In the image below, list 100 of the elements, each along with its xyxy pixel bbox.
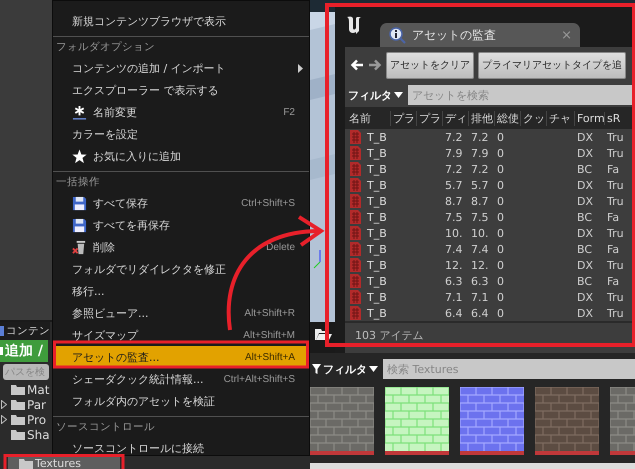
asset-search-field[interactable]: アセットを検索 — [408, 85, 635, 105]
menu-item[interactable]: すべて保存 Ctrl+Shift+S — [53, 192, 309, 214]
table-cell-text: 7.5 — [470, 210, 490, 224]
column-header[interactable]: クッ — [521, 110, 547, 126]
funnel-icon — [312, 364, 321, 374]
column-header[interactable]: 総使 — [495, 110, 521, 126]
shortcut-label: Ctrl+Shift+S — [241, 198, 295, 208]
item-count: 103 アイテム — [354, 328, 424, 344]
tab-title: アセットの監査 — [412, 26, 497, 44]
column-header[interactable]: プラ — [417, 110, 443, 126]
menu-item[interactable]: すべてを再保存 — [53, 214, 309, 236]
folder-icon — [11, 384, 25, 395]
table-cell: T_B — [367, 274, 387, 288]
open-folder-icon[interactable] — [314, 327, 332, 341]
table-cell-text: 10. — [444, 226, 464, 240]
expand-arrow-icon[interactable] — [1, 400, 7, 409]
folder-item[interactable]: Pro — [0, 412, 50, 427]
table-cell-text: DX — [576, 146, 594, 160]
table-cell-text: Tru — [606, 194, 625, 208]
table-cell-text: 0 — [496, 306, 505, 320]
folder-item[interactable]: Mat — [0, 382, 50, 397]
scrollbar[interactable] — [310, 463, 635, 469]
folder-icon — [11, 414, 25, 425]
menu-item[interactable]: 削除 Delete — [53, 236, 309, 258]
table-cell-text: Tru — [606, 146, 625, 160]
menu-item[interactable]: エクスプローラー で表示する — [53, 79, 309, 101]
texture-search-field[interactable]: 検索 Textures — [383, 359, 635, 379]
table-cell-text: 0 — [496, 242, 505, 256]
menu-item[interactable]: 参照ビューア... Alt+Shift+R — [53, 302, 309, 324]
asterisk-icon — [72, 104, 87, 120]
folder-item[interactable]: Par — [0, 397, 50, 412]
column-header[interactable]: チャ — [547, 110, 575, 126]
menu-item[interactable]: カラーを設定 — [53, 123, 309, 145]
column-header[interactable]: ディ — [443, 110, 469, 126]
column-header[interactable]: sR — [605, 112, 635, 124]
table-cell: T_B — [367, 178, 387, 192]
table-cell-text: 0 — [496, 290, 505, 304]
table-cell-text: 12. — [444, 258, 464, 272]
menu-item[interactable]: サイズマップ Alt+Shift+M — [53, 324, 309, 346]
table-cell-text: DX — [576, 194, 594, 208]
table-cell-text: DX — [576, 306, 594, 320]
texture-icon — [350, 130, 361, 144]
folder-item[interactable]: Sha — [0, 427, 50, 442]
table-cell-text: Tru — [606, 130, 625, 144]
menu-section-header: ソースコントロール — [53, 416, 309, 437]
table-cell-text: 8.7 — [470, 194, 490, 208]
toolbar-button[interactable]: アセットをクリア — [386, 52, 474, 78]
table-cell-text: 0 — [496, 146, 505, 160]
table-cell-text: 5.7 — [470, 178, 490, 192]
table-cell-text: 7.2 — [470, 130, 490, 144]
menu-item[interactable]: ソースコントロールに接続 — [53, 437, 309, 459]
table-cell-text: Tru — [606, 258, 625, 272]
folder-icon — [11, 429, 25, 440]
menu-item[interactable]: フォルダでリダイレクタを修正 — [53, 258, 309, 280]
table-cell-text: 8.7 — [444, 194, 464, 208]
column-header[interactable]: 排他 — [469, 110, 495, 126]
folder-icon — [19, 458, 33, 468]
menu-item[interactable]: 名前変更 F2 — [53, 101, 309, 123]
table-cell-text: Tru — [606, 226, 625, 240]
texture-icon — [350, 290, 361, 304]
table-cell-text: 7.9 — [444, 146, 464, 160]
table-cell-text: DX — [576, 178, 594, 192]
back-arrow-icon[interactable] — [350, 59, 364, 71]
filter-dropdown[interactable]: フィルタ — [312, 362, 378, 376]
table-cell-text: DX — [576, 130, 594, 144]
toolbar-button[interactable]: プライマリアセットタイプを追 — [478, 52, 626, 78]
forward-arrow-icon[interactable] — [368, 59, 382, 71]
menu-item[interactable]: 移行... — [53, 280, 309, 302]
table-cell-text: DX — [576, 258, 594, 272]
table-cell-text: 6.3 — [470, 274, 490, 288]
table-cell-text: BC — [576, 274, 594, 288]
table-cell-text: 0 — [496, 162, 505, 176]
caret-icon — [394, 92, 403, 98]
menu-item[interactable]: フォルダ内のアセットを検証 — [53, 390, 309, 412]
texture-icon — [350, 162, 361, 176]
table-cell-text: 7.1 — [444, 290, 464, 304]
table-cell: T_B — [367, 226, 387, 240]
table-cell-text: 6.4 — [444, 306, 464, 320]
folder-item[interactable]: Textures — [8, 457, 120, 469]
filter-dropdown[interactable]: フィルタ — [348, 88, 403, 102]
column-header[interactable]: 名前 — [347, 110, 391, 126]
texture-icon — [350, 242, 361, 256]
table-cell-text: Fa — [606, 210, 620, 224]
texture-icon — [350, 306, 361, 320]
menu-item[interactable]: コンテンツの追加 / インポート — [53, 57, 309, 79]
table-cell-text: DX — [576, 290, 594, 304]
table-cell-text: 7.2 — [444, 162, 464, 176]
table-cell-text: Fa — [606, 242, 620, 256]
table-cell-text: 7.2 — [470, 162, 490, 176]
column-header[interactable]: プラ — [391, 110, 417, 126]
table-cell: T_B — [367, 210, 387, 224]
menu-item[interactable]: お気に入りに追加 — [53, 145, 309, 167]
menu-item[interactable]: シェーダクック統計情報... Ctrl+Alt+Shift+S — [53, 368, 309, 390]
expand-arrow-icon[interactable] — [1, 415, 7, 424]
table-cell: T_B — [367, 258, 387, 272]
table-cell-text: 7.4 — [444, 242, 464, 256]
table-cell-text: 7.2 — [444, 130, 464, 144]
column-header[interactable]: Form — [575, 112, 605, 124]
menu-item[interactable]: 新規コンテンツブラウザで表示 — [53, 10, 309, 32]
window-tab[interactable]: アセットの監査 × — [380, 23, 580, 47]
